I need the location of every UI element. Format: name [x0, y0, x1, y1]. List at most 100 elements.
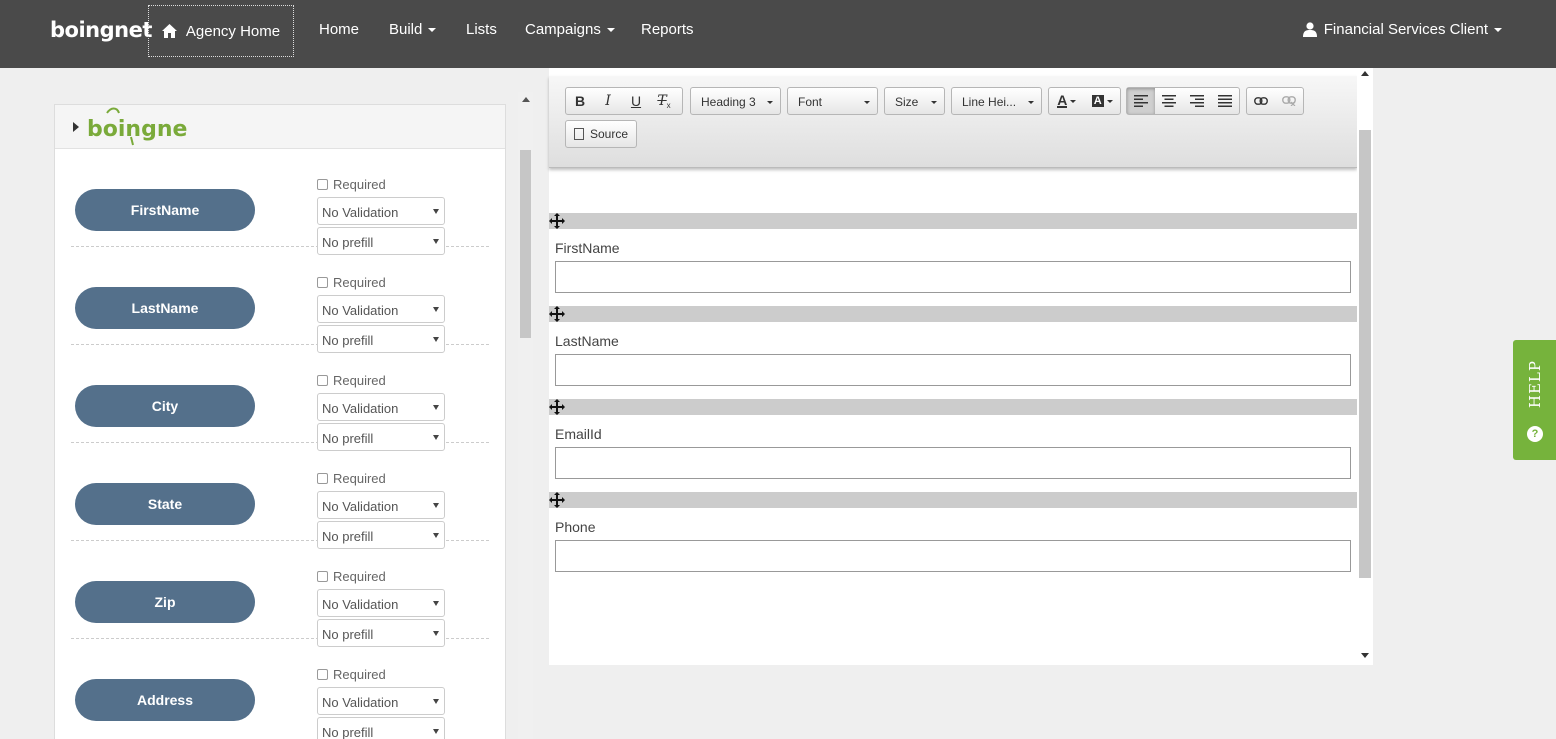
phone-input[interactable]	[555, 540, 1351, 572]
justify-icon	[1218, 95, 1232, 107]
link-icon	[1254, 97, 1268, 105]
field-drag-bar[interactable]	[549, 399, 1357, 415]
line-height-select[interactable]: Line Hei...	[951, 87, 1042, 115]
text-color-icon: A	[1057, 92, 1068, 108]
align-center-icon	[1162, 95, 1176, 107]
firstname-input[interactable]	[555, 261, 1351, 293]
help-tab[interactable]: HELP ?	[1513, 340, 1556, 460]
nav-campaigns[interactable]: Campaigns	[525, 21, 615, 38]
dropdown-arrow-icon	[433, 337, 439, 342]
background-color-button[interactable]: A	[1085, 88, 1121, 114]
field-drag-bar[interactable]	[549, 492, 1357, 508]
source-button[interactable]: Source	[565, 120, 637, 148]
field-pill-zip[interactable]: Zip	[75, 581, 255, 623]
font-select[interactable]: Font	[787, 87, 878, 115]
required-checkbox[interactable]: Required	[317, 569, 386, 584]
question-icon: ?	[1527, 426, 1543, 442]
link-button[interactable]	[1247, 88, 1275, 114]
emailid-input[interactable]	[555, 447, 1351, 479]
text-color-button[interactable]: A	[1049, 88, 1085, 114]
top-navbar: boingnet Agency Home Home Build Lists Ca…	[0, 0, 1556, 68]
required-checkbox[interactable]: Required	[317, 373, 386, 388]
field-row-zip: Zip Required No Validation No prefill	[71, 541, 489, 647]
nav-build-label: Build	[389, 21, 423, 38]
dropdown-arrow-icon	[433, 209, 439, 214]
format-value: Heading 3	[701, 95, 756, 109]
boingnet-logo[interactable]: boingnet	[50, 12, 152, 46]
scroll-down-arrow-icon[interactable]	[1361, 653, 1369, 658]
italic-button[interactable]: I	[594, 88, 622, 114]
validation-value: No Validation	[322, 205, 399, 220]
scroll-up-arrow-icon[interactable]	[522, 97, 530, 102]
form-field-label: Phone	[555, 519, 596, 535]
field-drag-bar[interactable]	[549, 306, 1357, 322]
editor-scrollbar-thumb[interactable]	[1359, 130, 1371, 578]
unlink-button[interactable]	[1275, 88, 1303, 114]
source-label: Source	[590, 127, 629, 141]
checkbox-box[interactable]	[317, 669, 328, 680]
checkbox-box[interactable]	[317, 277, 328, 288]
left-scrollbar-thumb[interactable]	[520, 150, 531, 338]
field-drag-bar[interactable]	[549, 213, 1357, 229]
lastname-input[interactable]	[555, 354, 1351, 386]
size-select[interactable]: Size	[884, 87, 945, 115]
validation-value: No Validation	[322, 695, 399, 710]
expand-triangle-icon[interactable]	[73, 122, 79, 132]
user-menu[interactable]: Financial Services Client	[1302, 21, 1502, 38]
field-pill-address[interactable]: Address	[75, 679, 255, 721]
dropdown-arrow-icon	[433, 601, 439, 606]
align-left-button[interactable]	[1127, 88, 1155, 114]
field-pill-city[interactable]: City	[75, 385, 255, 427]
checkbox-box[interactable]	[317, 473, 328, 484]
field-pill-firstname[interactable]: FirstName	[75, 189, 255, 231]
dropdown-arrow-icon	[1106, 99, 1113, 103]
alignment-group	[1126, 87, 1240, 115]
validation-value: No Validation	[322, 499, 399, 514]
bold-button[interactable]: B	[566, 88, 594, 114]
font-value: Font	[798, 95, 823, 109]
nav-lists[interactable]: Lists	[466, 21, 497, 38]
remove-format-button[interactable]: Tx	[650, 88, 678, 114]
move-icon[interactable]	[549, 399, 565, 415]
nav-build[interactable]: Build	[389, 21, 437, 38]
format-select[interactable]: Heading 3	[690, 87, 781, 115]
line-height-value: Line Hei...	[962, 95, 1017, 109]
nav-reports[interactable]: Reports	[641, 21, 694, 38]
validation-value: No Validation	[322, 597, 399, 612]
panel-logo-text: boingnet	[87, 117, 187, 142]
justify-button[interactable]	[1211, 88, 1239, 114]
checkbox-box[interactable]	[317, 179, 328, 190]
remove-format-glyph: T	[657, 93, 667, 109]
validation-select[interactable]: No Validation	[317, 393, 445, 421]
nav-home[interactable]: Home	[319, 21, 359, 38]
prefill-select[interactable]: No prefill	[317, 717, 445, 739]
remove-format-icon: T	[657, 93, 666, 109]
required-checkbox[interactable]: Required	[317, 471, 386, 486]
move-icon[interactable]	[549, 306, 565, 322]
align-center-button[interactable]	[1155, 88, 1183, 114]
field-row-firstname: FirstName Required No Validation No pref…	[71, 149, 489, 255]
link-group	[1246, 87, 1304, 115]
checkbox-box[interactable]	[317, 571, 328, 582]
required-checkbox[interactable]: Required	[317, 667, 386, 682]
help-label: HELP	[1526, 360, 1544, 409]
move-icon[interactable]	[549, 213, 565, 229]
required-checkbox[interactable]: Required	[317, 275, 386, 290]
dropdown-arrow-icon	[433, 239, 439, 244]
field-pill-lastname[interactable]: LastName	[75, 287, 255, 329]
move-icon[interactable]	[549, 492, 565, 508]
validation-select[interactable]: No Validation	[317, 687, 445, 715]
underline-button[interactable]: U	[622, 88, 650, 114]
required-checkbox[interactable]: Required	[317, 177, 386, 192]
align-right-button[interactable]	[1183, 88, 1211, 114]
validation-select[interactable]: No Validation	[317, 491, 445, 519]
checkbox-box[interactable]	[317, 375, 328, 386]
scroll-up-arrow-icon[interactable]	[1361, 71, 1369, 76]
agency-home-button[interactable]: Agency Home	[148, 5, 294, 57]
field-pill-state[interactable]: State	[75, 483, 255, 525]
validation-select[interactable]: No Validation	[317, 589, 445, 617]
chevron-down-icon	[606, 28, 615, 33]
validation-select[interactable]: No Validation	[317, 197, 445, 225]
validation-select[interactable]: No Validation	[317, 295, 445, 323]
panel-header[interactable]: boingnet	[55, 105, 505, 149]
